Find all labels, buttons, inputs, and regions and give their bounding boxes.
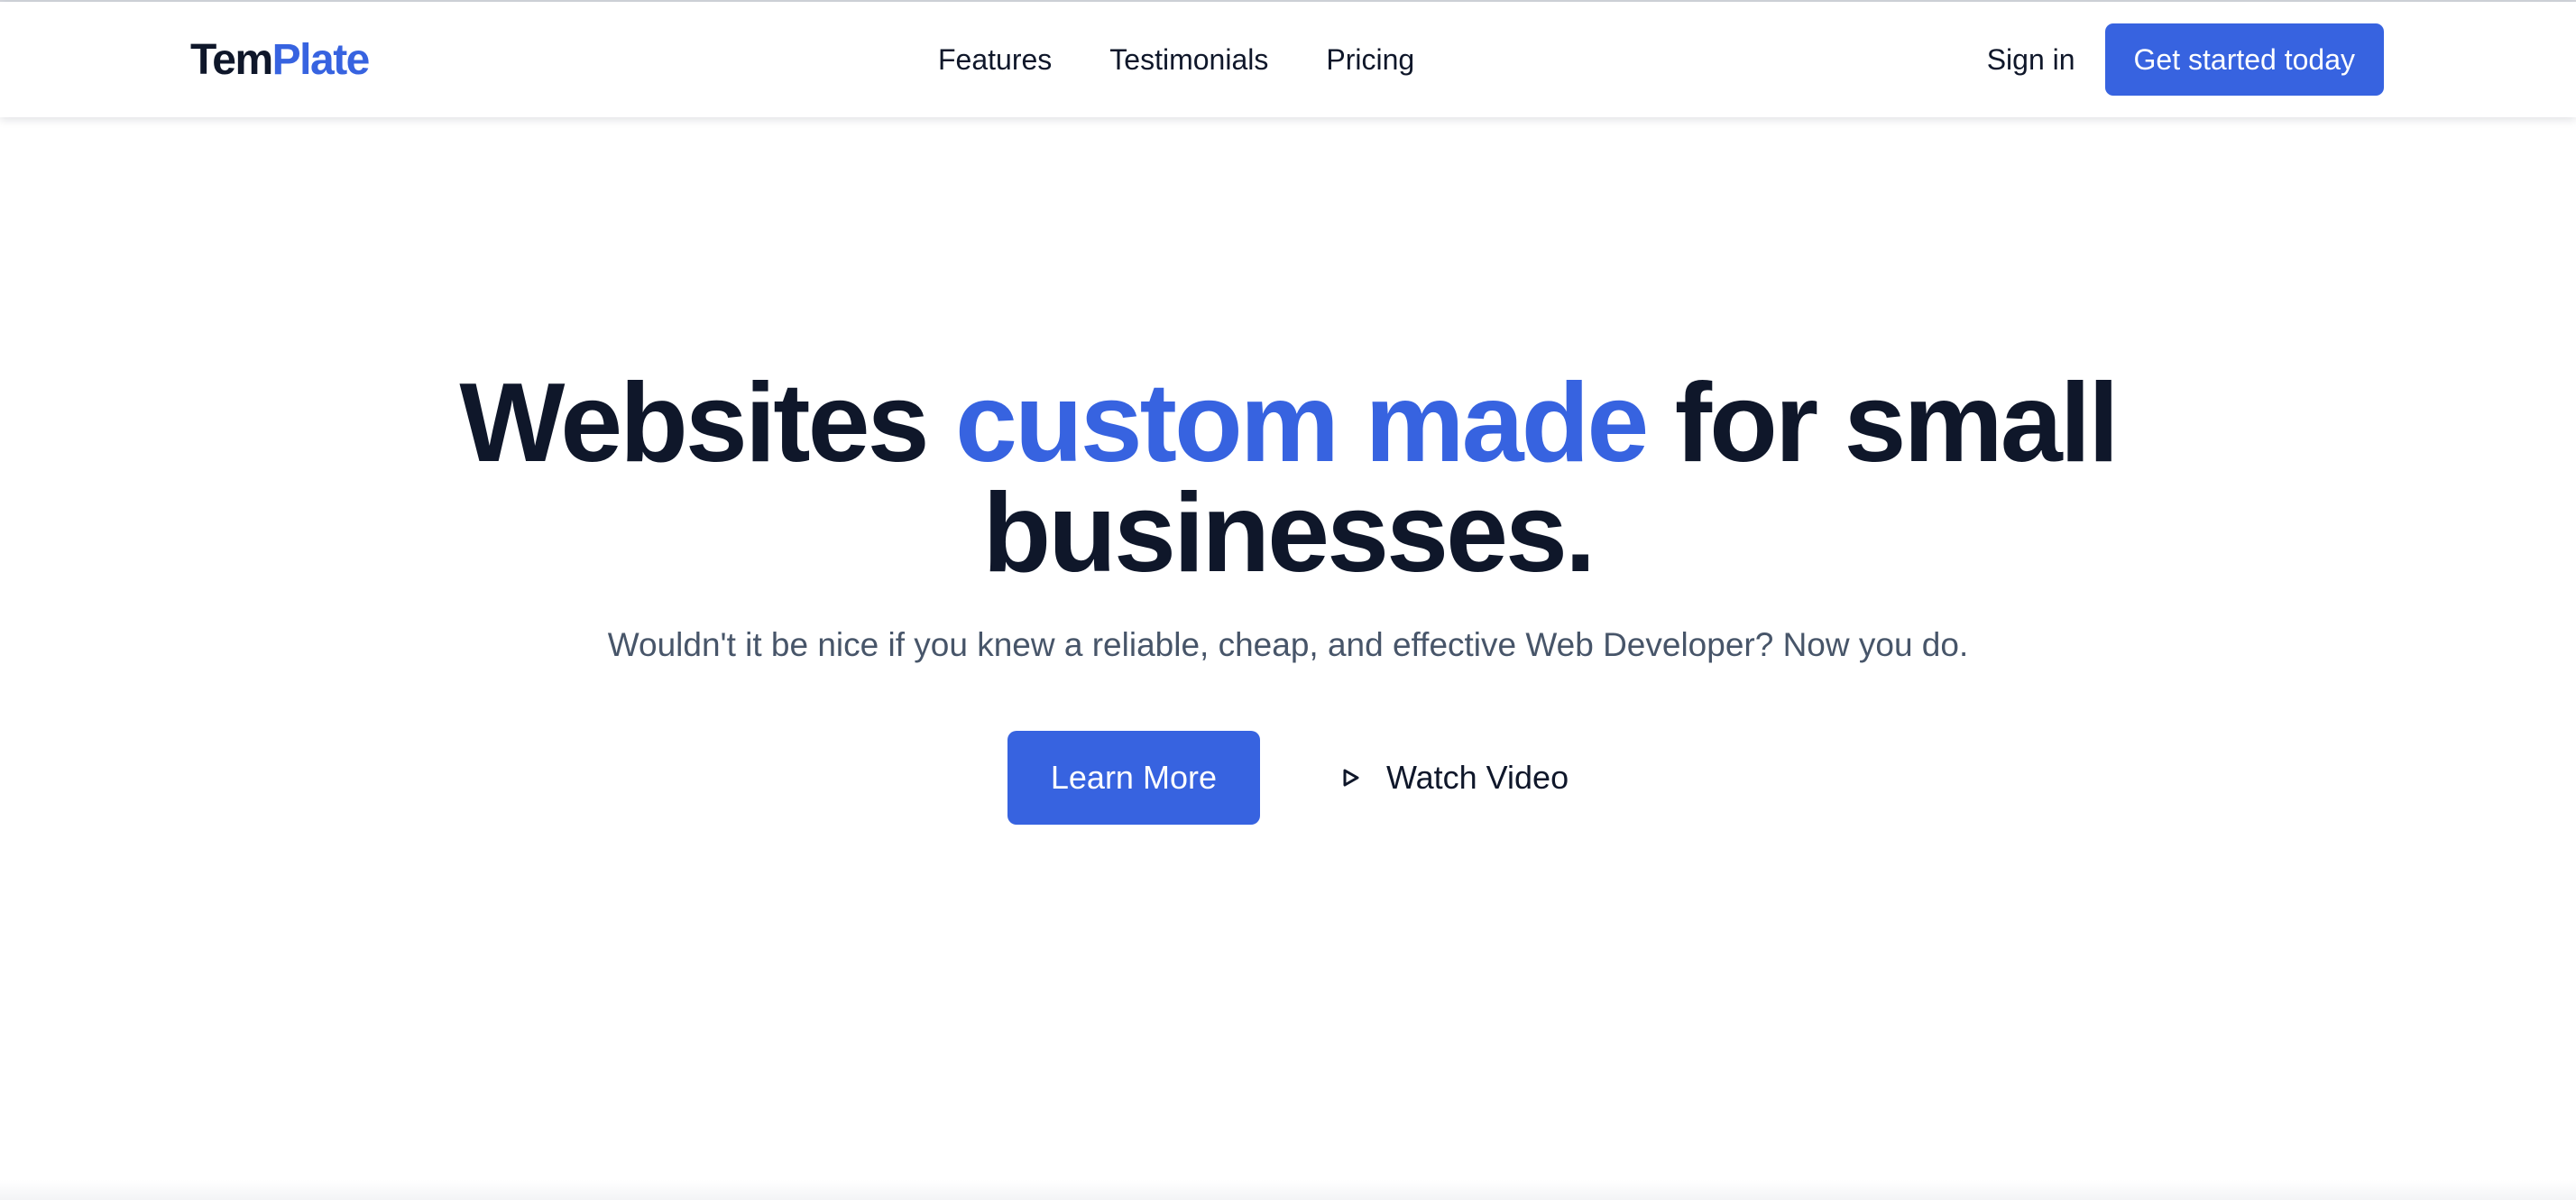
sign-in-link[interactable]: Sign in (1987, 43, 2075, 77)
nav-link-pricing[interactable]: Pricing (1326, 43, 1414, 77)
logo[interactable]: Tem Plate (190, 2, 371, 117)
logo-text-part2: Plate (271, 35, 371, 84)
headline-line-1: Websites custom made for small (0, 367, 2576, 479)
learn-more-button[interactable]: Learn More (1007, 731, 1260, 825)
hero-section: Websites custom made for small businesse… (0, 117, 2576, 1200)
nav-link-features[interactable]: Features (938, 43, 1052, 77)
headline-line-2: businesses. (982, 471, 1596, 595)
section-divider (0, 1180, 2576, 1200)
hero-actions: Learn More Watch Video (0, 731, 2576, 825)
watch-video-button[interactable]: Watch Video (1341, 731, 1569, 825)
watch-video-label: Watch Video (1385, 759, 1569, 796)
primary-nav: Features Testimonials Pricing (938, 2, 1414, 117)
play-icon (1341, 768, 1361, 788)
headline-text-2: for small (1646, 361, 2120, 485)
logo-text-part1: Tem (190, 35, 273, 84)
get-started-button[interactable]: Get started today (2104, 23, 2384, 96)
nav-link-testimonials[interactable]: Testimonials (1109, 43, 1268, 77)
headline-accent: custom made (954, 361, 1649, 485)
hero-subtitle: Wouldn't it be nice if you knew a reliab… (607, 626, 1969, 663)
hero-headline: Websites custom made for small businesse… (0, 367, 2576, 595)
top-navbar: Tem Plate Features Testimonials Pricing S… (0, 2, 2576, 117)
account-nav: Sign in Get started today (1987, 2, 2384, 117)
headline-text-1: Websites (459, 361, 955, 485)
